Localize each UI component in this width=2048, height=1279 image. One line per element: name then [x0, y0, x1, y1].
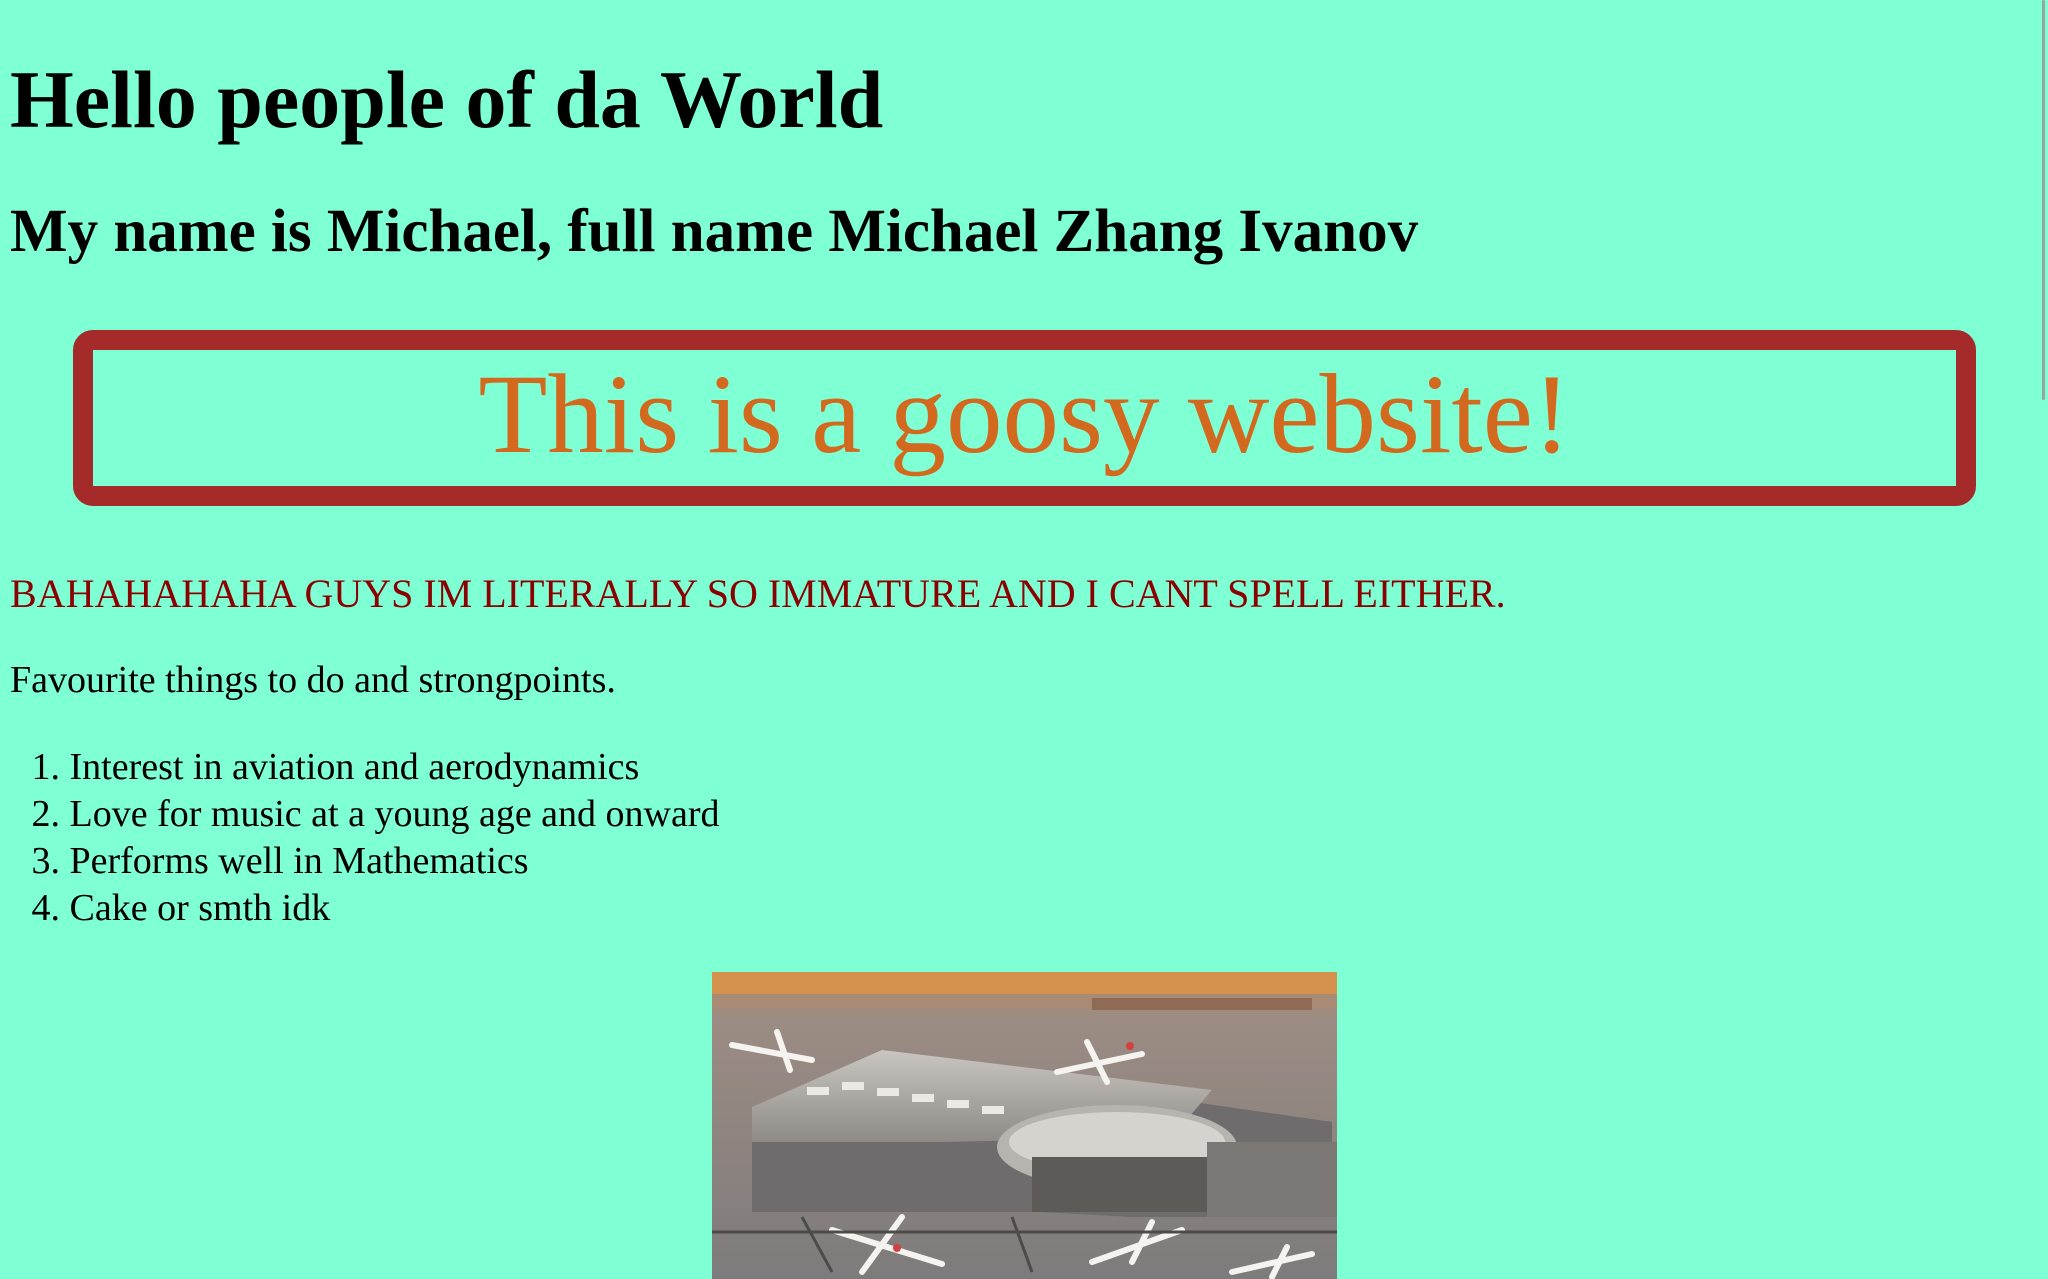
- name-heading: My name is Michael, full name Michael Zh…: [10, 198, 1419, 265]
- list-item: 1. Interest in aviation and aerodynamics: [10, 744, 720, 791]
- goosy-banner: This is a goosy website!: [73, 330, 1976, 506]
- list-number: 3.: [31, 840, 61, 882]
- list-item: 3. Performs well in Mathematics: [10, 838, 720, 885]
- page: Hello people of da World My name is Mich…: [0, 0, 2048, 1279]
- list-text: Performs well in Mathematics: [69, 840, 529, 882]
- list-item: 2. Love for music at a young age and onw…: [10, 791, 720, 838]
- favorites-list: 1. Interest in aviation and aerodynamics…: [10, 744, 720, 932]
- banner-text: This is a goosy website!: [478, 352, 1571, 477]
- scrollbar-thumb[interactable]: [2042, 0, 2045, 400]
- airport-photo: [712, 972, 1337, 1279]
- page-title: Hello people of da World: [10, 54, 884, 145]
- list-number: 2.: [31, 793, 61, 835]
- shout-text: BAHAHAHAHA GUYS IM LITERALLY SO IMMATURE…: [10, 571, 1506, 616]
- list-number: 1.: [31, 746, 61, 788]
- list-text: Interest in aviation and aerodynamics: [69, 746, 640, 788]
- list-text: Love for music at a young age and onward: [69, 793, 720, 835]
- airport-photo-illustration: [712, 972, 1337, 1279]
- favorites-intro: Favourite things to do and strongpoints.: [10, 659, 616, 701]
- list-text: Cake or smth idk: [69, 887, 331, 929]
- list-number: 4.: [31, 887, 61, 929]
- vertical-scrollbar[interactable]: [2040, 0, 2048, 1279]
- list-item: 4. Cake or smth idk: [10, 885, 720, 932]
